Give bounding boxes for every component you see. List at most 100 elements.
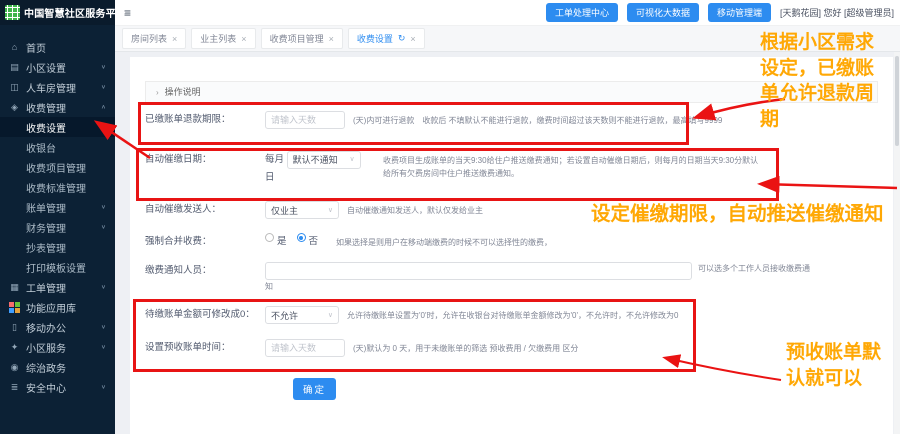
scrollbar-thumb[interactable]: [895, 56, 899, 146]
chevron-down-icon: ∨: [100, 224, 106, 231]
settings-card: ›操作说明 已缴账单退款期限： (天)内可进行退款 收款后 不填默认不能进行退款…: [130, 57, 893, 434]
remind-sender-row: 自动催缴发送人： 仅业主 ∨ 自动催缴通知发送人，默认仅发给业主: [145, 201, 893, 219]
advance-bill-help: (天)默认为 0 天，用于未缴账单的筛选 预收费用 / 欠缴费用 区分: [353, 344, 579, 353]
sidebar-item-governance[interactable]: ◉ 综治政务: [0, 357, 115, 377]
service-icon: ✦: [10, 341, 19, 352]
tab-bar: 房间列表 × 业主列表 × 收费项目管理 × 收费设置 ↻ ×: [115, 26, 900, 52]
refund-period-input[interactable]: [265, 111, 345, 129]
community-icon: ▤: [10, 61, 19, 72]
notify-staff-row: 缴费通知人员： 可以选多个工作人员接收缴费通知: [145, 262, 893, 293]
chevron-down-icon: ∨: [327, 312, 333, 319]
apps-icon: [9, 301, 20, 313]
sidebar-item-fee-project-management[interactable]: 收费项目管理: [0, 157, 115, 177]
zero-modify-label: 待缴账单金额可修改成0：: [145, 309, 255, 320]
notify-staff-input[interactable]: [265, 262, 692, 280]
chevron-down-icon: ∨: [100, 204, 106, 211]
user-info[interactable]: [天鹅花园] 您好 [超级管理员]: [780, 6, 894, 19]
sidebar-item-meter-reading[interactable]: 抄表管理: [0, 237, 115, 257]
refresh-icon[interactable]: ↻: [398, 33, 406, 44]
remind-sender-label: 自动催缴发送人：: [145, 204, 222, 215]
sidebar-item-community-service[interactable]: ✦ 小区服务 ∨: [0, 337, 115, 357]
remind-sender-select[interactable]: 仅业主 ∨: [265, 201, 339, 219]
sidebar-item-fee-settings[interactable]: 收费设置: [0, 117, 115, 137]
chevron-up-icon: ∧: [100, 104, 106, 111]
sidebar-item-fee-management[interactable]: ◈ 收费管理 ∧: [0, 97, 115, 117]
people-icon: ◫: [10, 81, 19, 92]
app-logo: 中国智慧社区服务平台: [0, 0, 126, 25]
sidebar-nav: ⌂ 首页 ▤ 小区设置 ∨ ◫ 人车房管理 ∨ ◈ 收费管理 ∧ 收费设置 收银台 收费项目管…: [0, 25, 115, 397]
tab-room-list[interactable]: 房间列表 ×: [122, 28, 187, 49]
advance-bill-label: 设置预收账单时间：: [145, 342, 231, 353]
tab-fee-settings[interactable]: 收费设置 ↻ ×: [347, 28, 425, 49]
remind-date-row: 自动催缴日期： 每月 默认不通知 ∨ 日 收费项目生成账单的当天9:30给住户推送…: [145, 151, 893, 184]
sidebar-item-finance-management[interactable]: 财务管理 ∨: [0, 217, 115, 237]
notify-staff-label: 缴费通知人员：: [145, 265, 212, 276]
remind-date-help: 收费项目生成账单的当天9:30给住户推送缴费通知；若设置自动催缴日期后，则每月的…: [383, 156, 759, 178]
close-icon[interactable]: ×: [329, 34, 334, 44]
remind-date-controls: 每月 默认不通知 ∨ 日: [265, 151, 375, 184]
section-arrow-icon: ›: [156, 88, 159, 97]
advance-bill-row: 设置预收账单时间： (天)默认为 0 天，用于未缴账单的筛选 预收费用 / 欠缴…: [145, 339, 893, 357]
mobile-icon: ▯: [12, 321, 17, 332]
topbar-right: 工单处理中心 可视化大数据 移动管理端 [天鹅花园] 您好 [超级管理员]: [545, 3, 900, 22]
advance-bill-input[interactable]: [265, 339, 345, 357]
refund-period-row: 已缴账单退款期限： (天)内可进行退款 收款后 不填默认不能进行退款，缴费时间超…: [145, 111, 893, 129]
zero-modify-select[interactable]: 不允许 ∨: [265, 306, 339, 324]
remind-sender-help: 自动催缴通知发送人，默认仅发给业主: [347, 206, 483, 215]
confirm-button[interactable]: 确定: [293, 378, 337, 400]
sidebar-item-bill-management[interactable]: 账单管理 ∨: [0, 197, 115, 217]
close-icon[interactable]: ×: [241, 34, 246, 44]
radio-no[interactable]: [296, 233, 306, 242]
chevron-down-icon: ∨: [100, 324, 106, 331]
force-merge-label: 强制合并收费：: [145, 236, 212, 247]
tab-owner-list[interactable]: 业主列表 ×: [191, 28, 256, 49]
close-icon[interactable]: ×: [410, 34, 415, 44]
sidebar-item-cashier[interactable]: 收银台: [0, 137, 115, 157]
chevron-down-icon: ∨: [327, 207, 333, 214]
remind-date-label: 自动催缴日期：: [145, 154, 212, 165]
sidebar-item-security-center[interactable]: ≣ 安全中心 ∨: [0, 377, 115, 397]
app-window: 中国智慧社区服务平台 ⌂ 首页 ▤ 小区设置 ∨ ◫ 人车房管理 ∨ ◈ 收费管理 ∧ 收费设…: [0, 0, 900, 434]
fee-icon: ◈: [11, 101, 18, 112]
chevron-down-icon: ∨: [100, 64, 106, 71]
sidebar-item-print-template[interactable]: 打印模板设置: [0, 257, 115, 277]
tab-fee-project-management[interactable]: 收费项目管理 ×: [260, 28, 343, 49]
topbar: ≡ 工单处理中心 可视化大数据 移动管理端 [天鹅花园] 您好 [超级管理员]: [115, 0, 900, 26]
mobile-admin-button[interactable]: 移动管理端: [707, 3, 771, 22]
force-merge-help: 如果选择是则用户在移动端缴费的时候不可以选择性的缴费，: [336, 238, 553, 247]
chevron-down-icon: ∨: [100, 384, 106, 391]
sidebar-item-workorder-management[interactable]: ▦ 工单管理 ∨: [0, 277, 115, 297]
workorder-icon: ▦: [10, 281, 19, 292]
big-data-visualization-button[interactable]: 可视化大数据: [626, 3, 699, 22]
gov-icon: ◉: [10, 361, 19, 372]
chevron-down-icon: ∨: [100, 284, 106, 291]
remind-date-select[interactable]: 默认不通知 ∨: [286, 151, 361, 169]
workorder-center-button[interactable]: 工单处理中心: [545, 3, 618, 22]
sidebar-item-mobile-office[interactable]: ▯ 移动办公 ∨: [0, 317, 115, 337]
chevron-down-icon: ∨: [100, 344, 106, 351]
remind-date-prefix: 每月: [265, 154, 285, 165]
sidebar-item-people-vehicle-house[interactable]: ◫ 人车房管理 ∨: [0, 77, 115, 97]
zero-modify-help: 允许待缴账单设置为'0'时，允许在收银台对待缴账单金额修改为'0'，不允许时，不…: [347, 311, 679, 320]
instructions-collapse[interactable]: › 操作说明: [145, 81, 878, 103]
sidebar: 中国智慧社区服务平台 ⌂ 首页 ▤ 小区设置 ∨ ◫ 人车房管理 ∨ ◈ 收费管理 ∧ 收费设…: [0, 0, 126, 434]
radio-yes[interactable]: [265, 233, 274, 242]
sidebar-item-community-settings[interactable]: ▤ 小区设置 ∨: [0, 57, 115, 77]
refund-period-label: 已缴账单退款期限：: [145, 114, 231, 125]
radio-no-label[interactable]: 否: [309, 233, 319, 251]
logo-icon: [5, 5, 20, 20]
content-area: ›操作说明 已缴账单退款期限： (天)内可进行退款 收款后 不填默认不能进行退款…: [115, 52, 900, 434]
chevron-down-icon: ∨: [349, 156, 355, 163]
sidebar-item-app-library[interactable]: 功能应用库: [0, 297, 115, 317]
vertical-scrollbar[interactable]: [894, 52, 900, 434]
home-icon: ⌂: [11, 42, 18, 52]
radio-yes-label[interactable]: 是: [277, 233, 287, 251]
chevron-down-icon: ∨: [100, 84, 106, 91]
security-icon: ≣: [10, 381, 19, 392]
remind-date-suffix: 日: [265, 172, 275, 183]
force-merge-row: 强制合并收费： 是 否 如果选择是则用户在移动端缴费的时候不可以选择性的缴费，: [145, 233, 893, 251]
sidebar-item-fee-standard-management[interactable]: 收费标准管理: [0, 177, 115, 197]
close-icon[interactable]: ×: [172, 34, 177, 44]
sidebar-item-home[interactable]: ⌂ 首页: [0, 37, 115, 57]
notify-staff-block: 可以选多个工作人员接收缴费通知: [265, 262, 810, 293]
